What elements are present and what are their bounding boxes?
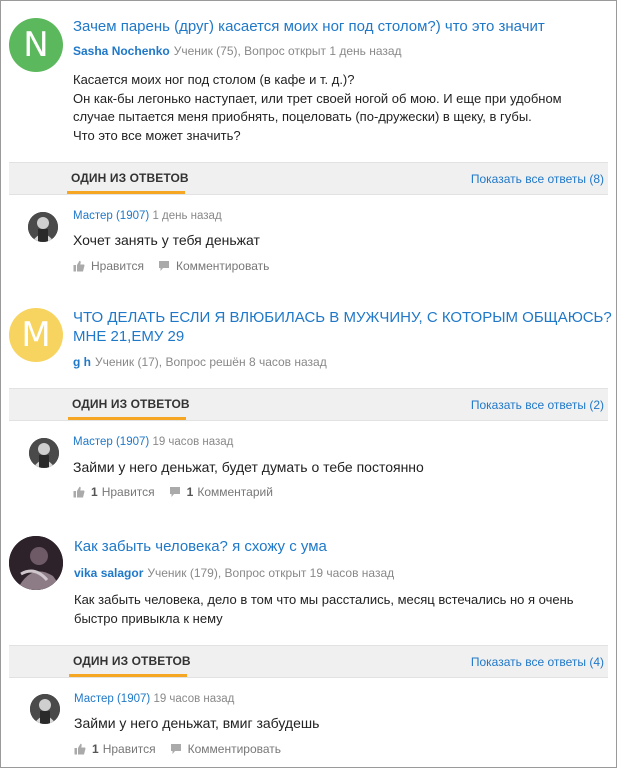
question-meta-text: Ученик (17), Вопрос решён 8 часов назад: [95, 355, 327, 369]
answer-meta: Мастер (1907) 19 часов назад: [73, 436, 233, 448]
question-avatar-photo[interactable]: [9, 536, 63, 590]
answer-meta: Мастер (1907) 19 часов назад: [74, 693, 234, 705]
answer-time: 19 часов назад: [153, 693, 235, 705]
question-body-line: быстро привыкла к нему: [74, 610, 223, 626]
question-body: Как забыть человека, дело в том что мы р…: [74, 591, 574, 628]
comment-icon: [170, 744, 181, 754]
answer-text: Займи у него деньжат, будет думать о теб…: [73, 459, 424, 475]
answer-author[interactable]: Мастер (1907): [73, 436, 149, 448]
question-title[interactable]: Как забыть человека? я схожу с ума: [74, 537, 327, 556]
question-meta-text: Ученик (75), Вопрос открыт 1 день назад: [173, 44, 402, 58]
answer-author[interactable]: Мастер (1907): [74, 693, 150, 705]
question-title-line: ЧТО ДЕЛАТЬ ЕСЛИ Я ВЛЮБИЛАСЬ В МУЖЧИНУ, С…: [73, 309, 612, 326]
like-count: 1: [91, 485, 98, 499]
question-body-line: случае пытается меня приобнять, поцелова…: [73, 109, 532, 124]
like-button[interactable]: Нравится: [73, 259, 144, 273]
answer-text: Займи у него деньжат, вмиг забудешь: [74, 715, 320, 731]
comment-label: Комментировать: [175, 259, 270, 273]
answers-bar: ОДИН ИЗ ОТВЕТОВ Показать все ответы (4): [9, 645, 608, 678]
like-label: Нравится: [102, 742, 156, 756]
question-body-line: Что это все может значить?: [73, 127, 241, 143]
thumbs-up-icon: [73, 260, 85, 272]
question-meta: Sasha Nochenko Ученик (75), Вопрос открыт…: [73, 44, 402, 58]
comment-button[interactable]: Комментировать: [158, 259, 269, 273]
comment-button[interactable]: Комментировать: [170, 742, 281, 756]
comment-label: Комментарий: [197, 485, 273, 499]
answer-avatar[interactable]: [30, 694, 60, 724]
answer-actions: Нравится Комментировать: [73, 259, 269, 273]
answer-avatar[interactable]: [29, 438, 59, 468]
comment-label: Комментировать: [187, 742, 282, 756]
answer-actions: 1 Нравится Комментировать: [74, 742, 281, 756]
like-label: Нравится: [91, 259, 144, 273]
answer-time: 19 часов назад: [152, 436, 234, 448]
question-body-line: Как забыть человека, дело в том что мы р…: [74, 592, 574, 607]
answers-tab-underline: [67, 191, 185, 194]
answers-tab-label[interactable]: ОДИН ИЗ ОТВЕТОВ: [73, 654, 191, 668]
thumbs-up-icon: [73, 486, 85, 498]
answer-avatar[interactable]: [28, 212, 58, 242]
comment-button[interactable]: 1 Комментарий: [169, 485, 273, 499]
answers-tab-underline: [68, 417, 186, 420]
question-meta-text: Ученик (179), Вопрос открыт 19 часов наз…: [147, 566, 395, 580]
question-body-line: Он как-бы легонько наступает, или трет с…: [73, 90, 562, 106]
question-author[interactable]: g h: [73, 355, 91, 369]
question-meta: vika salagor Ученик (179), Вопрос открыт …: [74, 566, 394, 580]
question-meta: g h Ученик (17), Вопрос решён 8 часов наз…: [73, 355, 327, 369]
thumbs-up-icon: [74, 743, 86, 755]
comment-icon: [169, 487, 180, 497]
comment-icon: [158, 261, 169, 271]
show-all-answers-link[interactable]: Показать все ответы (4): [471, 655, 604, 669]
like-button[interactable]: 1 Нравится: [74, 742, 156, 756]
answer-text: Хочет занять у тебя деньжат: [73, 232, 260, 248]
question-author[interactable]: vika salagor: [74, 566, 143, 580]
answers-tab-label[interactable]: ОДИН ИЗ ОТВЕТОВ: [72, 397, 190, 411]
answers-tab-underline: [69, 674, 187, 677]
answers-tab-label[interactable]: ОДИН ИЗ ОТВЕТОВ: [71, 171, 189, 185]
comment-count: 1: [186, 485, 194, 499]
question-body-line: Касается моих ног под столом (в кафе и т…: [73, 72, 355, 87]
answer-author[interactable]: Мастер (1907): [73, 210, 149, 222]
like-label: Нравится: [101, 485, 155, 499]
answer-time: 1 день назад: [152, 210, 222, 222]
user-photo-icon: [9, 536, 63, 590]
answers-bar: ОДИН ИЗ ОТВЕТОВ Показать все ответы (2): [9, 388, 608, 421]
answer-meta: Мастер (1907) 1 день назад: [73, 210, 222, 222]
question-body: Касается моих ног под столом (в кафе и т…: [73, 71, 562, 145]
like-button[interactable]: 1 Нравится: [73, 485, 155, 499]
question-title[interactable]: Зачем парень (друг) касается моих ног по…: [73, 17, 545, 36]
like-count: 1: [92, 742, 99, 756]
question-title-line: МНЕ 21,ЕМУ 29: [73, 328, 185, 345]
answer-actions: 1 Нравится 1 Комментарий: [73, 485, 273, 499]
show-all-answers-link[interactable]: Показать все ответы (2): [471, 398, 604, 412]
question-avatar-m[interactable]: M: [9, 308, 63, 362]
question-author[interactable]: Sasha Nochenko: [73, 44, 170, 58]
question-title[interactable]: ЧТО ДЕЛАТЬ ЕСЛИ Я ВЛЮБИЛАСЬ В МУЖЧИНУ, С…: [73, 308, 612, 346]
question-avatar-n[interactable]: N: [9, 18, 63, 72]
answers-bar: ОДИН ИЗ ОТВЕТОВ Показать все ответы (8): [9, 162, 608, 195]
show-all-answers-link[interactable]: Показать все ответы (8): [471, 172, 604, 186]
